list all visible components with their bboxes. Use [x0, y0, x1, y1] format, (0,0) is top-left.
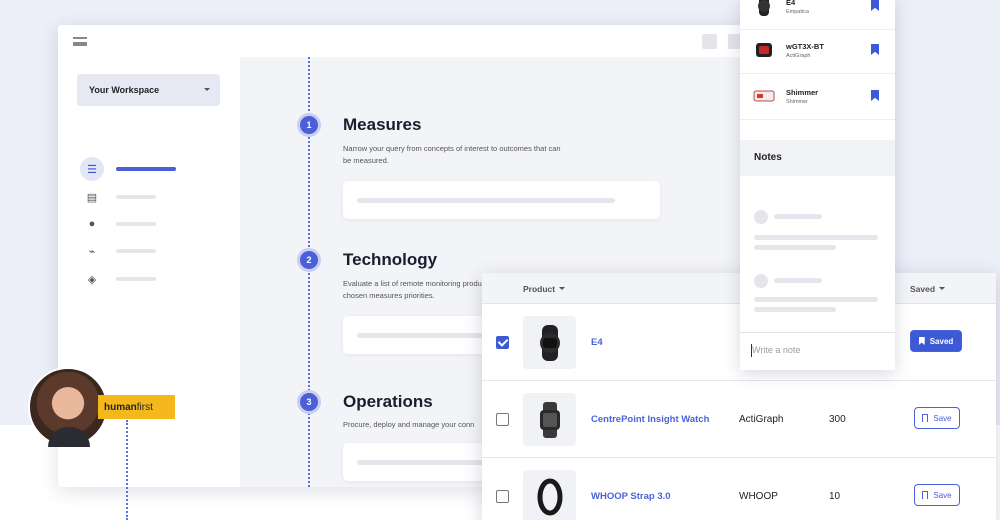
column-header-product[interactable]: Product: [523, 273, 566, 304]
nav-label-placeholder: [116, 277, 156, 281]
tracker-icon: [752, 38, 776, 62]
note-placeholder: [774, 214, 822, 219]
document-icon: ▤: [86, 191, 98, 204]
sidebar-item-user[interactable]: ●: [80, 212, 210, 236]
bookmark-icon[interactable]: [871, 90, 879, 101]
chevron-down-icon: [204, 88, 210, 91]
step-description: Narrow your query from concepts of inter…: [343, 144, 561, 165]
sidebar-item-compass[interactable]: ◈: [80, 267, 210, 291]
product-image: [523, 393, 576, 446]
list-icon: ☰: [80, 157, 104, 181]
product-brand: ActiGraph: [739, 414, 784, 425]
saved-product-name: wGT3X-BT: [786, 42, 824, 51]
user-icon: ●: [88, 218, 96, 230]
note-avatar: [754, 274, 768, 288]
column-header-label: Saved: [910, 283, 936, 294]
note-placeholder: [754, 235, 878, 240]
chevron-down-icon: [939, 287, 946, 290]
hamburger-menu-icon[interactable]: [73, 37, 87, 46]
product-name[interactable]: WHOOP Strap 3.0: [591, 491, 671, 502]
step-title: Measures: [343, 115, 422, 134]
save-button-label: Saved: [929, 336, 954, 346]
note-placeholder: [754, 245, 836, 250]
step-number: 3: [297, 390, 321, 414]
sidebar-item-list[interactable]: ☰: [80, 157, 210, 181]
row-checkbox[interactable]: [496, 336, 509, 349]
saved-button[interactable]: Saved: [910, 330, 962, 352]
nav-label-placeholder: [116, 195, 156, 199]
compass-icon: ◈: [87, 273, 97, 286]
step-title: Technology: [343, 250, 438, 269]
saved-product-maker: ActiGraph: [786, 53, 811, 59]
brand-logo: human first: [98, 395, 175, 419]
note-placeholder: [754, 297, 878, 302]
chevron-down-icon: [559, 287, 566, 290]
workspace-select[interactable]: Your Workspace: [77, 74, 220, 106]
save-button-label: Save: [933, 490, 952, 500]
sidebar-item-activity[interactable]: ⌁: [80, 239, 210, 263]
bookmark-icon[interactable]: [871, 44, 879, 55]
step-number: 1: [297, 113, 321, 137]
save-button[interactable]: Save: [914, 407, 960, 429]
bookmark-icon: [918, 337, 925, 345]
product-image: [523, 316, 576, 369]
saved-product-row[interactable]: E4 Empatica: [740, 0, 895, 30]
saved-product-name: Shimmer: [786, 88, 819, 97]
workspace-label: Your Workspace: [89, 85, 160, 95]
sensor-icon: [752, 84, 776, 108]
watch-icon: [752, 0, 776, 18]
saved-product-maker: Shimmer: [786, 99, 809, 105]
nav-label-placeholder: [116, 167, 176, 171]
save-button-label: Save: [933, 413, 952, 423]
product-brand: WHOOP: [739, 491, 778, 502]
row-checkbox[interactable]: [496, 413, 509, 426]
notes-title: Notes: [740, 140, 895, 176]
note-input-placeholder: Write a note: [752, 345, 801, 355]
bookmark-icon: [922, 414, 929, 422]
note-placeholder: [774, 278, 822, 283]
saved-product-row[interactable]: Shimmer Shimmer: [740, 74, 895, 120]
product-name[interactable]: CentrePoint Insight Watch: [591, 414, 709, 425]
product-image: [523, 470, 576, 520]
saved-product-name: E4: [786, 0, 796, 7]
note-placeholder: [754, 307, 836, 312]
note-input[interactable]: Write a note: [740, 332, 895, 370]
saved-notes-panel: E4 Empatica wGT3X-BT ActiGraph Shimmer S…: [740, 0, 895, 370]
avatar: [28, 367, 108, 447]
save-button[interactable]: Save: [914, 484, 960, 506]
step-card[interactable]: [343, 181, 660, 219]
product-count: 10: [829, 491, 841, 502]
product-count: 300: [829, 414, 846, 425]
saved-product-maker: Empatica: [786, 9, 809, 15]
bookmark-icon[interactable]: [871, 0, 879, 11]
sidebar-item-document[interactable]: ▤: [80, 185, 210, 209]
column-header-saved[interactable]: Saved: [910, 273, 946, 304]
row-checkbox[interactable]: [496, 490, 509, 503]
timeline-line: [126, 420, 128, 520]
step-number: 2: [297, 248, 321, 272]
step-title: Operations: [343, 392, 433, 411]
table-row[interactable]: CentrePoint Insight Watch ActiGraph 300 …: [482, 381, 996, 458]
table-row[interactable]: E4 Saved: [482, 304, 996, 381]
toolbar-square-icon[interactable]: [702, 34, 717, 49]
top-bar: [58, 25, 778, 57]
brand-part-2: first: [136, 401, 153, 413]
product-table: Product Saved E4 Saved CentrePoint Insig…: [482, 273, 996, 520]
column-header-label: Product: [523, 283, 556, 294]
nav-label-placeholder: [116, 222, 156, 226]
table-row[interactable]: WHOOP Strap 3.0 WHOOP 10 Save: [482, 458, 996, 520]
avatar-shirt: [48, 427, 90, 447]
nav-label-placeholder: [116, 249, 156, 253]
brand-part-1: human: [104, 401, 137, 413]
activity-icon: ⌁: [88, 245, 96, 258]
bookmark-icon: [922, 491, 929, 499]
note-avatar: [754, 210, 768, 224]
card-placeholder: [357, 198, 615, 203]
saved-product-row[interactable]: wGT3X-BT ActiGraph: [740, 28, 895, 74]
product-name[interactable]: E4: [591, 337, 603, 348]
